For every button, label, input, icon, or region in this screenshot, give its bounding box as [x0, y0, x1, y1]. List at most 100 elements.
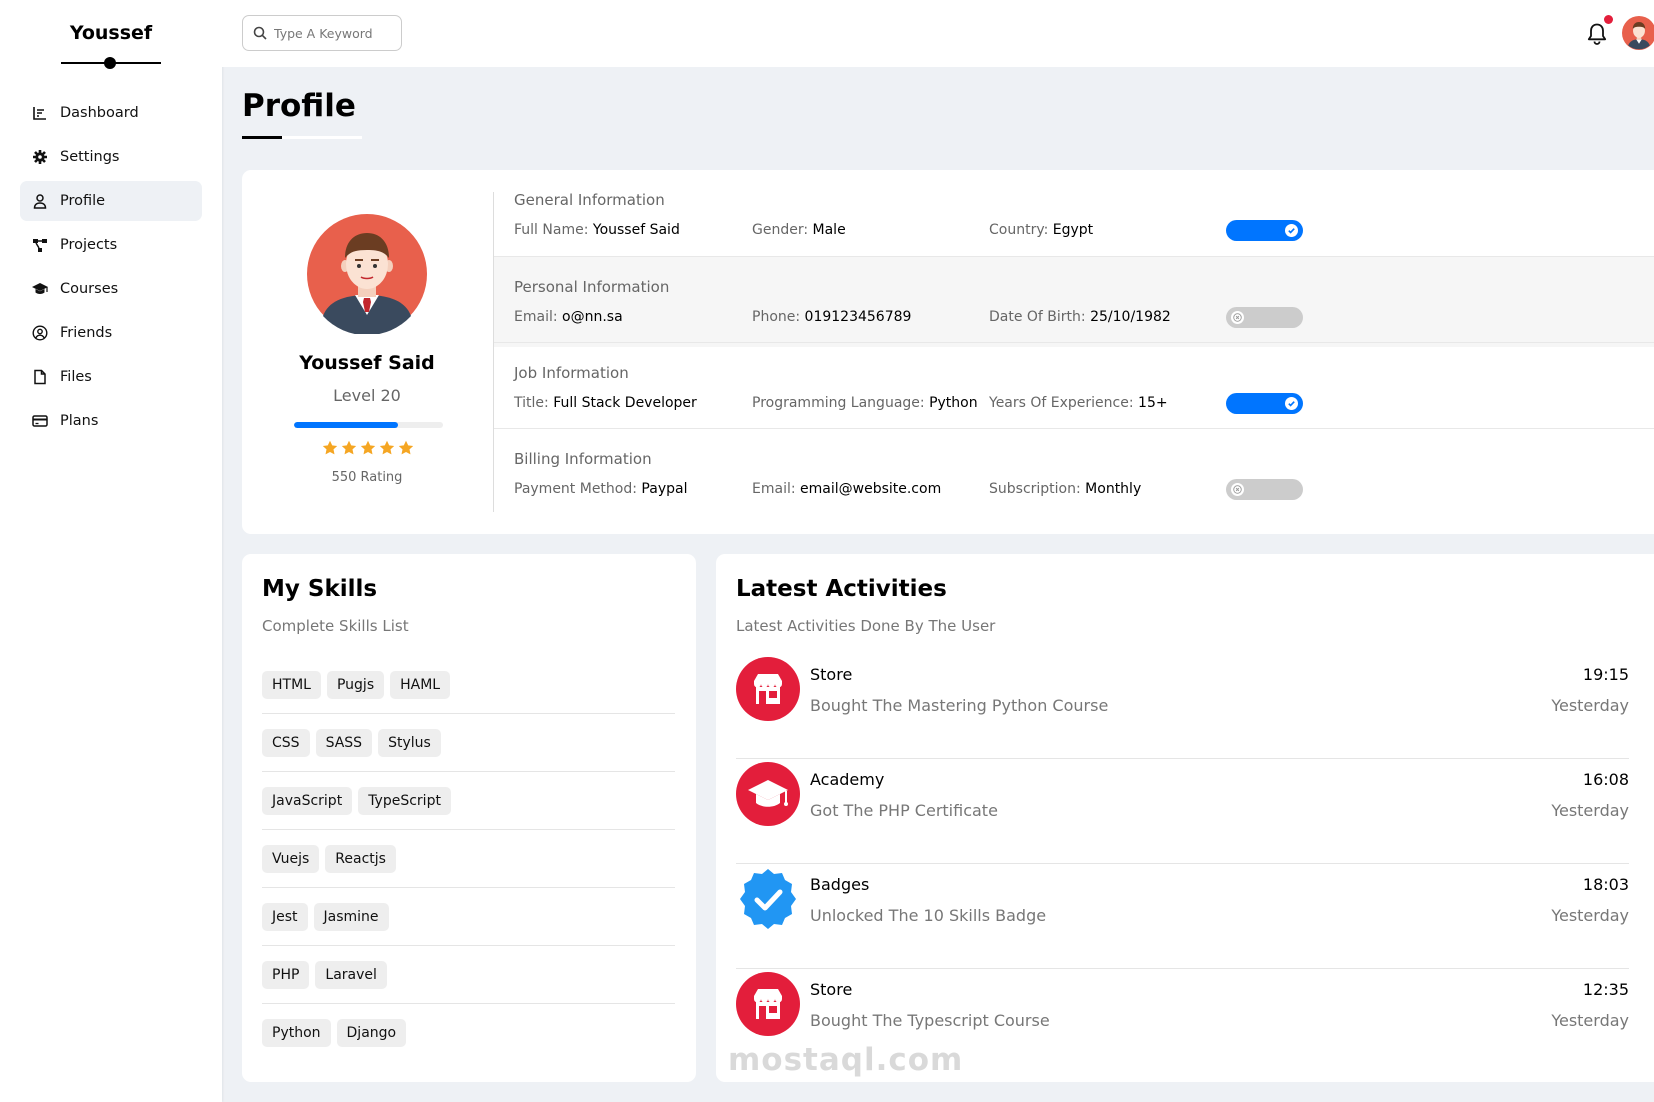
top-header	[222, 0, 1654, 67]
close-icon	[1233, 485, 1242, 494]
activity-time: 19:15	[1582, 665, 1629, 684]
activity-day: Yesterday	[1551, 906, 1629, 925]
sidebar-item-projects[interactable]: Projects	[20, 225, 202, 265]
skill-tag: Django	[336, 1019, 407, 1047]
sidebar-item-label: Profile	[60, 193, 106, 209]
page-title: Profile	[242, 88, 356, 124]
chart-icon	[33, 107, 46, 120]
sidebar-item-profile[interactable]: Profile	[20, 181, 202, 221]
activity-item: Badges Unlocked The 10 Skills Badge 18:0…	[736, 864, 1629, 969]
skill-row: CSS SASS Stylus	[262, 714, 675, 772]
sidebar: Youssef Dashboard Settings Profile Proje…	[0, 0, 222, 1102]
activity-day: Yesterday	[1551, 801, 1629, 820]
star-icon	[322, 440, 338, 455]
search-input[interactable]	[274, 25, 389, 41]
info-years-experience: Years Of Experience: 15+	[989, 395, 1168, 411]
graduation-cap-icon	[32, 283, 48, 294]
rating-count: 550 Rating	[331, 470, 403, 485]
profile-card: Youssef Said Level 20 550 Rating General…	[242, 170, 1654, 534]
skill-tag: TypeScript	[358, 786, 451, 815]
watermark: mostaql.com	[728, 1042, 964, 1078]
skill-tag: HAML	[390, 670, 451, 699]
store-icon	[736, 657, 800, 721]
personal-info-toggle[interactable]	[1226, 307, 1303, 328]
activity-description: Got The PHP Certificate	[810, 801, 998, 820]
general-info-toggle[interactable]	[1226, 220, 1303, 241]
job-info-section: Job Information Title: Full Stack Develo…	[494, 342, 1654, 433]
skill-tag: Jest	[262, 902, 308, 931]
skill-tag: Jasmine	[313, 902, 389, 931]
file-icon	[34, 369, 46, 385]
info-payment-method: Payment Method: Paypal	[514, 481, 688, 497]
activity-name: Academy	[810, 770, 885, 789]
check-icon	[1288, 401, 1295, 407]
user-circle-icon	[32, 325, 48, 341]
star-icon	[360, 440, 376, 455]
skill-row: PHP Laravel	[262, 946, 675, 1004]
job-info-toggle[interactable]	[1226, 393, 1303, 414]
info-gender: Gender: Male	[752, 222, 846, 238]
activity-name: Badges	[810, 875, 870, 894]
user-icon	[33, 194, 47, 209]
sidebar-item-dashboard[interactable]: Dashboard	[20, 93, 202, 133]
sidebar-item-friends[interactable]: Friends	[20, 313, 202, 353]
activity-time: 18:03	[1582, 875, 1629, 894]
activity-item: Academy Got The PHP Certificate 16:08 Ye…	[736, 759, 1629, 864]
credit-card-icon	[32, 415, 48, 427]
rating-stars	[322, 440, 414, 458]
billing-info-toggle[interactable]	[1226, 479, 1303, 500]
activity-day: Yesterday	[1551, 696, 1629, 715]
sidebar-item-label: Dashboard	[60, 105, 139, 121]
general-info-section: General Information Full Name: Youssef S…	[494, 170, 1654, 261]
avatar[interactable]	[1622, 16, 1654, 50]
skill-tag: Reactjs	[325, 844, 396, 873]
skill-row: Vuejs Reactjs	[262, 830, 675, 888]
bell-icon[interactable]	[1586, 22, 1608, 46]
skill-row: Python Django	[262, 1004, 675, 1062]
activity-name: Store	[810, 980, 853, 999]
skill-tag: PHP	[262, 960, 310, 989]
info-date-of-birth: Date Of Birth: 25/10/1982	[989, 309, 1171, 325]
search-box[interactable]	[242, 15, 402, 51]
activities-card: Latest Activities Latest Activities Done…	[716, 554, 1654, 1082]
skill-tag: CSS	[262, 728, 310, 757]
toggle-knob	[1231, 311, 1244, 324]
skills-title: My Skills	[262, 576, 378, 602]
billing-info-section: Billing Information Payment Method: Payp…	[494, 428, 1654, 519]
notification-dot	[1604, 15, 1613, 24]
activity-description: Bought The Mastering Python Course	[810, 696, 1109, 715]
toggle-knob	[1231, 483, 1244, 496]
brand-dot	[104, 57, 116, 69]
level-progress-bar	[294, 422, 443, 428]
skill-tag: JavaScript	[262, 786, 353, 815]
activity-description: Unlocked The 10 Skills Badge	[810, 906, 1047, 925]
skill-row: JavaScript TypeScript	[262, 772, 675, 830]
activity-description: Bought The Typescript Course	[810, 1011, 1050, 1030]
info-phone: Phone: 019123456789	[752, 309, 912, 325]
sidebar-item-courses[interactable]: Courses	[20, 269, 202, 309]
activity-time: 16:08	[1582, 770, 1629, 789]
sidebar-item-files[interactable]: Files	[20, 357, 202, 397]
section-title: General Information	[514, 191, 665, 209]
info-job-title: Title: Full Stack Developer	[514, 395, 697, 411]
activity-item: Store Bought The Mastering Python Course…	[736, 654, 1629, 759]
diagram-icon	[33, 239, 47, 252]
sidebar-item-label: Plans	[60, 413, 99, 429]
sidebar-item-label: Friends	[60, 325, 113, 341]
skill-tag: Laravel	[315, 960, 387, 989]
info-billing-email: Email: email@website.com	[752, 481, 942, 497]
brand-name: Youssef	[69, 22, 153, 44]
star-icon	[341, 440, 357, 455]
activity-day: Yesterday	[1551, 1011, 1629, 1030]
section-title: Personal Information	[514, 278, 670, 296]
section-title: Job Information	[514, 364, 629, 382]
personal-info-section: Personal Information Email: o@nn.sa Phon…	[494, 256, 1654, 347]
activity-time: 12:35	[1582, 980, 1629, 999]
skills-card: My Skills Complete Skills List HTML Pugj…	[242, 554, 696, 1082]
skill-tag: SASS	[315, 728, 373, 757]
section-title: Billing Information	[514, 450, 652, 468]
info-subscription: Subscription: Monthly	[989, 481, 1142, 497]
sidebar-item-label: Courses	[60, 281, 119, 297]
sidebar-item-plans[interactable]: Plans	[20, 401, 202, 441]
sidebar-item-settings[interactable]: Settings	[20, 137, 202, 177]
